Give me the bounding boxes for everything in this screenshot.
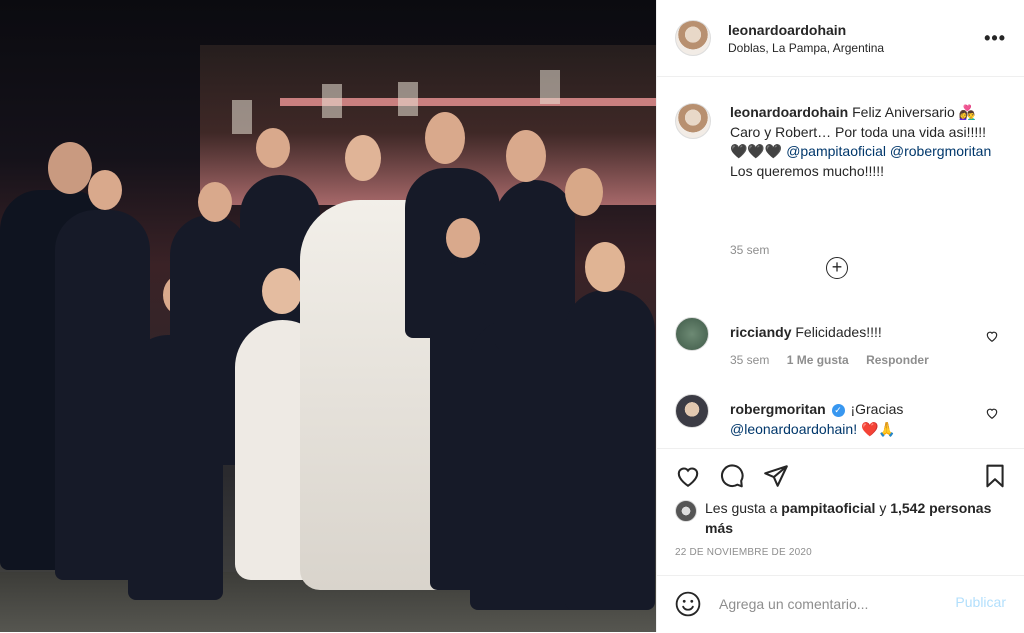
share-send-icon[interactable] xyxy=(763,463,789,489)
more-options-icon[interactable]: ••• xyxy=(984,28,1006,49)
commenter-avatar[interactable] xyxy=(675,317,709,351)
comment-text: robergmoritan ✓ ¡Gracias @leonardoardoha… xyxy=(730,400,980,439)
commenter-username[interactable]: ricciandy xyxy=(730,324,791,340)
liker-avatar[interactable] xyxy=(675,500,697,522)
post-header: leonardoardohain Doblas, La Pampa, Argen… xyxy=(657,0,1024,77)
comment-like-icon[interactable] xyxy=(985,329,999,343)
caption-mention[interactable]: @pampitaoficial xyxy=(786,143,886,159)
photo-head xyxy=(506,130,546,182)
caption-avatar[interactable] xyxy=(675,103,711,139)
photo-window xyxy=(540,70,560,104)
comment-age[interactable]: 35 sem xyxy=(730,353,769,367)
comment-body: Felicidades!!!! xyxy=(795,324,882,340)
comment-input[interactable] xyxy=(717,592,941,616)
like-heart-icon[interactable] xyxy=(675,463,701,489)
photo-head xyxy=(262,268,302,314)
photo-head xyxy=(425,112,465,164)
photo-head xyxy=(345,135,381,181)
publish-button[interactable]: Publicar xyxy=(955,594,1006,610)
comment-like-icon[interactable] xyxy=(985,406,999,420)
commenter-avatar[interactable] xyxy=(675,394,709,428)
post-date[interactable]: 22 DE NOVIEMBRE DE 2020 xyxy=(675,547,812,558)
verified-badge-icon: ✓ xyxy=(831,403,845,417)
comment-item: ricciandy Felicidades!!!! 35 sem 1 Me gu… xyxy=(675,317,1005,377)
post-photo[interactable] xyxy=(0,0,656,632)
liker-username[interactable]: pampitaoficial xyxy=(781,500,875,516)
load-more-comments-icon[interactable]: + xyxy=(826,257,848,279)
comment-mention[interactable]: @leonardoardohain! xyxy=(730,421,857,437)
post-actions xyxy=(657,448,1024,494)
comment-body: ¡Gracias xyxy=(850,401,904,417)
comment-bubble-icon[interactable] xyxy=(719,463,745,489)
caption-username[interactable]: leonardoardohain xyxy=(730,104,848,120)
caption-body-end: Los queremos mucho!!!!! xyxy=(730,162,885,179)
comment-item: robergmoritan ✓ ¡Gracias @leonardoardoha… xyxy=(675,394,1005,447)
save-bookmark-icon[interactable] xyxy=(982,463,1008,489)
photo-head xyxy=(565,168,603,216)
photo-head xyxy=(256,128,290,168)
photo-window xyxy=(232,100,252,134)
comment-meta: 35 sem 1 Me gusta Responder xyxy=(730,353,943,367)
reply-button[interactable]: Responder xyxy=(866,353,929,367)
comment-likes[interactable]: 1 Me gusta xyxy=(787,353,849,367)
caption-age[interactable]: 35 sem xyxy=(730,243,769,257)
caption-mention[interactable]: @robergmoritan xyxy=(890,143,991,159)
comment-text: ricciandy Felicidades!!!! xyxy=(730,323,980,343)
commenter-username[interactable]: robergmoritan xyxy=(730,401,826,417)
photo-head xyxy=(446,218,480,258)
photo-head xyxy=(88,170,122,210)
comment-emoji: ❤️🙏 xyxy=(860,420,896,437)
post-location[interactable]: Doblas, La Pampa, Argentina xyxy=(728,41,884,55)
author-avatar[interactable] xyxy=(675,20,711,56)
caption-text: leonardoardohain Feliz Aniversario 👩‍❤️‍… xyxy=(730,103,995,181)
likes-text: Les gusta a pampitaoficial y 1,542 perso… xyxy=(705,498,995,538)
photo-person xyxy=(495,180,575,350)
photo-head xyxy=(198,182,232,222)
likes-prefix: Les gusta a xyxy=(705,500,778,516)
photo-window xyxy=(322,84,342,118)
photo-person xyxy=(470,320,580,610)
photo-window xyxy=(398,82,418,116)
post-sidebar: leonardoardohain Doblas, La Pampa, Argen… xyxy=(656,0,1024,632)
author-username[interactable]: leonardoardohain xyxy=(728,22,846,38)
emoji-icon[interactable] xyxy=(675,591,701,617)
comment-composer: Publicar xyxy=(657,575,1024,633)
photo-head xyxy=(585,242,625,292)
photo-person xyxy=(565,290,655,610)
comments-list[interactable]: leonardoardohain Feliz Aniversario 👩‍❤️‍… xyxy=(657,77,1024,447)
photo-head xyxy=(48,142,92,194)
likes-joiner: y xyxy=(879,500,887,516)
